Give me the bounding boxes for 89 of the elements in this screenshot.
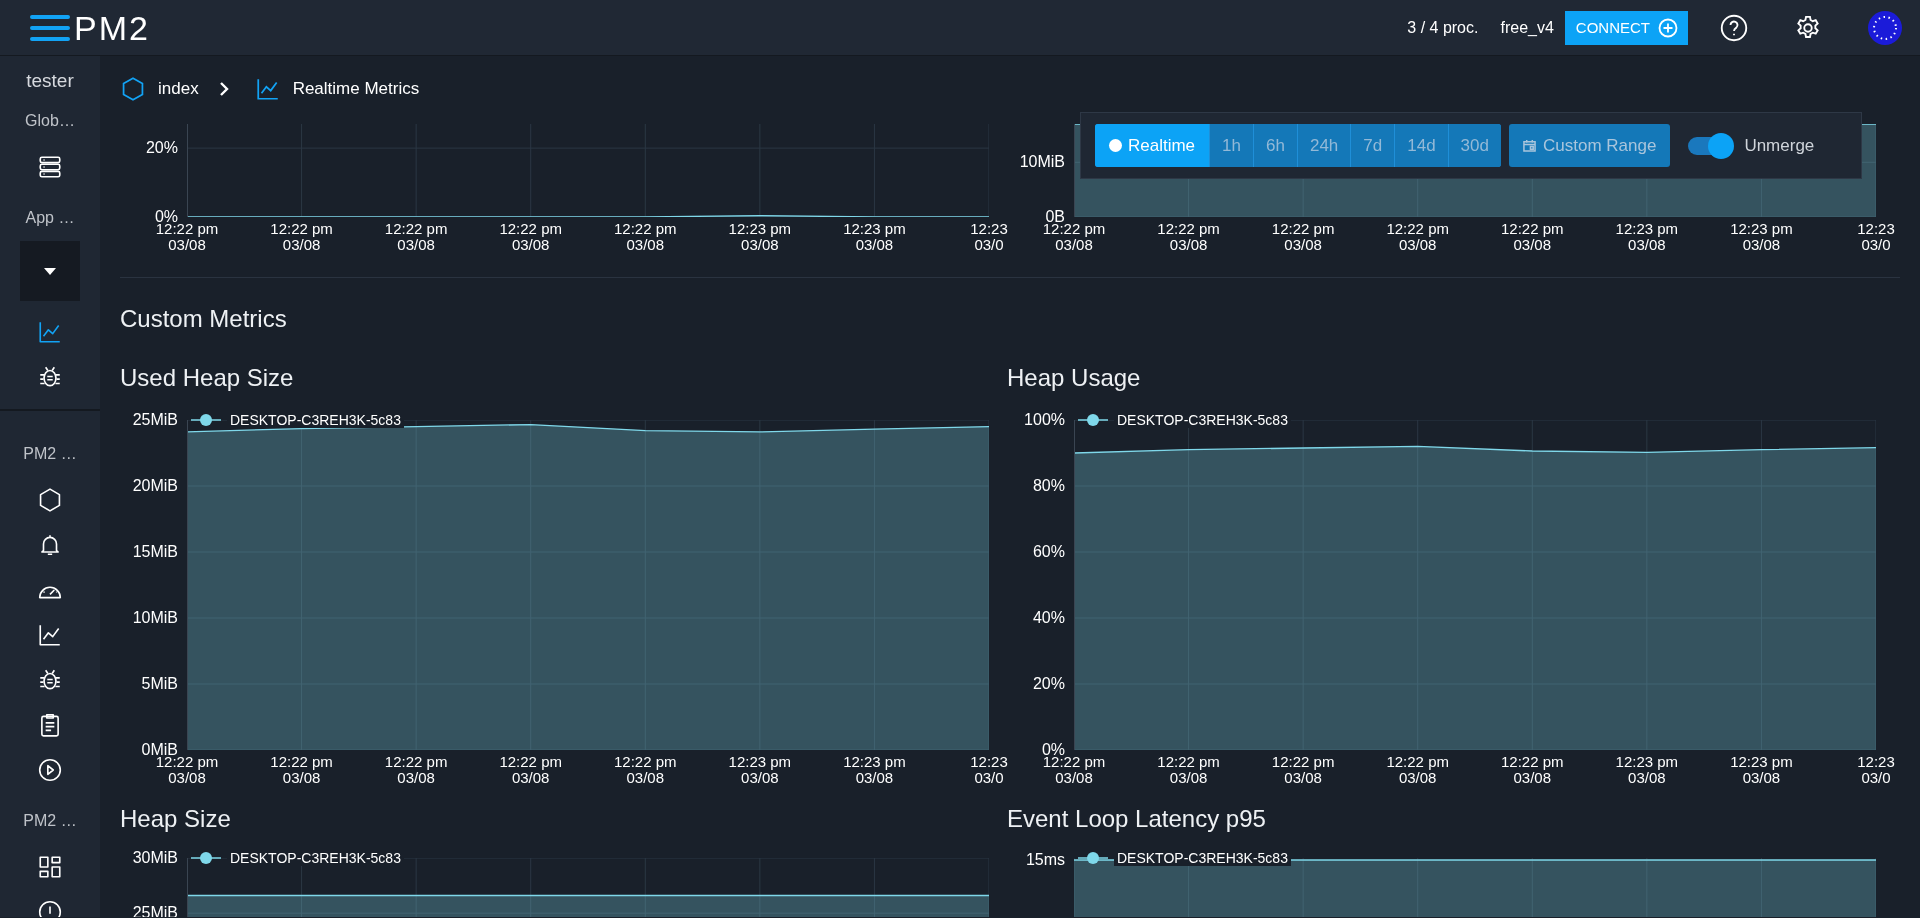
alert-icon[interactable] xyxy=(37,898,63,917)
x-axis-label: 12:23 pm 03/08 xyxy=(1730,754,1793,786)
toggle-label: Unmerge xyxy=(1744,135,1815,156)
time-range-button[interactable]: 1h xyxy=(1210,124,1253,167)
server-icon[interactable] xyxy=(37,153,63,180)
x-axis-label: 12:23 pm 03/08 xyxy=(843,221,906,253)
legend-marker-icon[interactable] xyxy=(1078,851,1108,865)
help-icon[interactable] xyxy=(1720,13,1748,42)
x-axis-label: 12:22 pm 03/08 xyxy=(1386,221,1449,253)
y-axis-label: 10MiB xyxy=(132,609,178,627)
process-count: 3 / 4 proc. xyxy=(1407,18,1479,37)
section-label: PM2 … xyxy=(23,445,77,463)
plus-circle-icon[interactable] xyxy=(1658,17,1678,38)
x-axis-label: 12:23 pm 03/08 xyxy=(728,754,792,786)
y-axis-label: 25MiB xyxy=(132,411,178,429)
legend-marker-icon[interactable] xyxy=(1078,413,1108,427)
breadcrumb-current: Realtime Metrics xyxy=(292,79,420,99)
y-axis-label: 20% xyxy=(145,139,178,158)
x-axis-label: 12:23 03/0 xyxy=(970,221,1008,253)
y-axis-label: 80% xyxy=(1032,477,1065,495)
x-axis-label: 12:23 pm 03/08 xyxy=(1615,754,1679,786)
x-axis-label: 12:22 pm 03/08 xyxy=(499,221,562,253)
x-axis-label: 12:23 03/0 xyxy=(1857,221,1895,253)
section-label: App … xyxy=(25,209,75,227)
y-axis-label: 40% xyxy=(1032,609,1065,627)
legend-label[interactable]: DESKTOP-C3REH3K-5c83 xyxy=(1114,412,1291,428)
play-icon[interactable] xyxy=(37,756,63,783)
y-axis-label: 60% xyxy=(1032,543,1065,561)
chart-title: Heap Size xyxy=(120,805,232,833)
legend-marker-icon[interactable] xyxy=(191,413,221,427)
x-axis-label: 12:23 pm 03/08 xyxy=(1615,221,1679,253)
time-range-button[interactable]: 14d xyxy=(1395,124,1448,167)
chart-title: Heap Usage xyxy=(1007,364,1142,392)
x-axis-label: 12:22 pm 03/08 xyxy=(1386,754,1449,786)
time-range-button[interactable]: 7d xyxy=(1351,124,1395,167)
x-axis-label: 12:22 pm 03/08 xyxy=(384,754,448,786)
y-axis-label: 100% xyxy=(1024,411,1065,429)
x-axis-label: 12:23 pm 03/08 xyxy=(843,754,906,786)
section-label: PM2 … xyxy=(23,812,77,830)
x-axis-label: 12:22 pm 03/08 xyxy=(614,221,677,253)
calendar-icon[interactable] xyxy=(1523,139,1536,152)
x-axis-label: 12:23 03/0 xyxy=(1857,754,1895,786)
time-range-button[interactable]: 30d xyxy=(1448,124,1501,167)
x-axis-label: 12:22 pm 03/08 xyxy=(1157,754,1220,786)
y-axis-label: 30MiB xyxy=(132,849,178,867)
x-axis-label: 12:22 pm 03/08 xyxy=(1501,754,1564,786)
custom-range-button[interactable]: Custom Range xyxy=(1509,124,1671,167)
x-axis-label: 12:22 pm 03/08 xyxy=(1157,221,1220,253)
connect-button[interactable]: CONNECT xyxy=(1564,10,1688,45)
x-axis-label: 12:22 pm 03/08 xyxy=(270,221,333,253)
breadcrumb-link[interactable]: index xyxy=(158,79,199,99)
legend-label[interactable]: DESKTOP-C3REH3K-5c83 xyxy=(1114,850,1291,866)
y-axis-label: 10MiB xyxy=(1019,153,1065,172)
time-range-button[interactable]: Realtime xyxy=(1095,124,1210,167)
x-axis-label: 12:22 pm 03/08 xyxy=(384,221,448,253)
user-name: tester xyxy=(26,70,74,92)
time-range-button[interactable]: 24h xyxy=(1297,124,1351,167)
x-axis-label: 12:22 pm 03/08 xyxy=(614,754,677,786)
y-axis-label: 20MiB xyxy=(132,477,178,495)
y-axis-label: 15ms xyxy=(1025,851,1065,869)
hexagon-icon[interactable] xyxy=(37,486,63,513)
chevron-right-icon xyxy=(218,81,229,97)
legend-marker-icon[interactable] xyxy=(191,851,221,865)
legend-label[interactable]: DESKTOP-C3REH3K-5c83 xyxy=(227,412,404,428)
dashboard-icon[interactable] xyxy=(37,853,63,880)
plan-name: free_v4 xyxy=(1500,18,1554,37)
y-axis-label: 5MiB xyxy=(141,675,178,693)
hexagon-icon[interactable] xyxy=(120,76,146,102)
x-axis-label: 12:22 pm 03/08 xyxy=(1501,221,1564,253)
section-title: Custom Metrics xyxy=(120,305,288,333)
chart-title: Used Heap Size xyxy=(120,364,295,392)
time-range-button[interactable]: 6h xyxy=(1254,124,1297,167)
x-axis-label: 12:22 pm 03/08 xyxy=(1271,221,1335,253)
logo-text[interactable]: PM2 xyxy=(74,10,150,45)
legend-label[interactable]: DESKTOP-C3REH3K-5c83 xyxy=(227,850,404,866)
x-axis-label: 12:22 pm 03/08 xyxy=(1271,754,1335,786)
caret-down-icon[interactable] xyxy=(44,267,56,275)
avatar-icon[interactable] xyxy=(1868,10,1902,45)
y-axis-label: 15MiB xyxy=(132,543,178,561)
x-axis-label: 12:23 pm 03/08 xyxy=(728,221,792,253)
x-axis-label: 12:23 pm 03/08 xyxy=(1730,221,1793,253)
x-axis-label: 12:22 pm 03/08 xyxy=(270,754,333,786)
x-axis-label: 12:23 03/0 xyxy=(970,754,1008,786)
y-axis-label: 20% xyxy=(1032,675,1065,693)
x-axis-label: 12:22 pm 03/08 xyxy=(499,754,562,786)
section-label: Glob… xyxy=(25,112,75,130)
line-chart-icon[interactable] xyxy=(254,76,281,102)
menu-icon[interactable] xyxy=(30,13,70,42)
chart-title: Event Loop Latency p95 xyxy=(1007,805,1267,833)
